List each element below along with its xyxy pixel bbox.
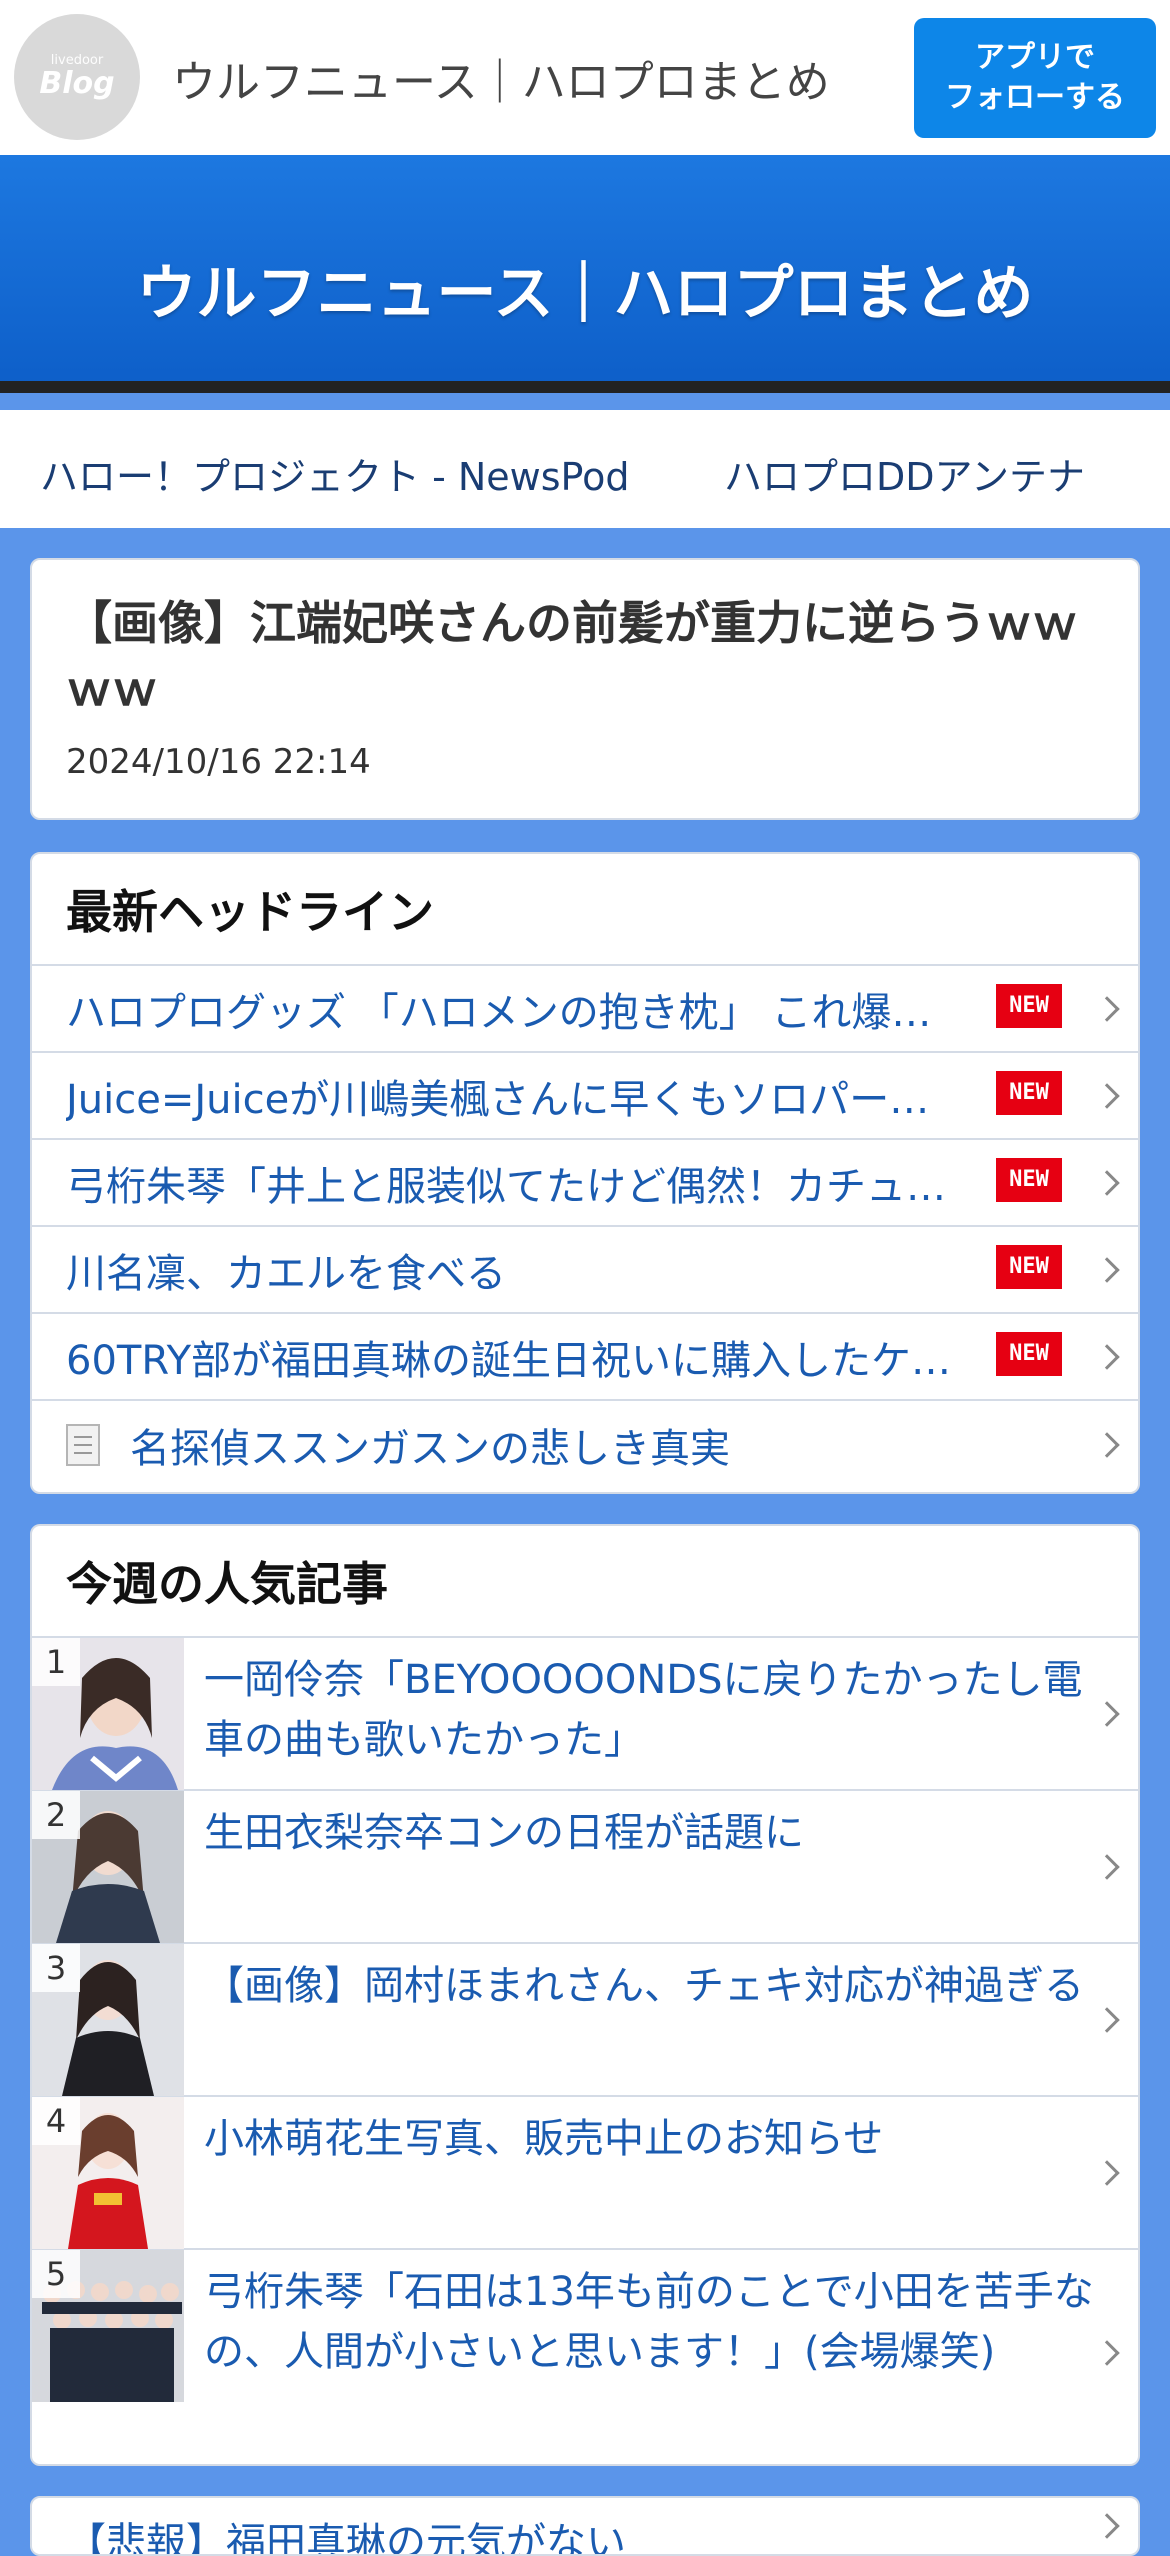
popular-item[interactable]: 4 小林萌花生写真、販売中止のお知らせ xyxy=(32,2097,1138,2250)
rank-number: 1 xyxy=(32,1638,80,1686)
popular-item[interactable]: 5 弓桁朱琴「石田は13年も前のことで小田を苦手なの、人間が小さいと思います！」… xyxy=(32,2250,1138,2456)
headline-title: 名探偵ススンガスンの悲しき真実 xyxy=(130,1425,730,1472)
headline-title: 60TRY部が福田真琳の誕生日祝いに購入したケ… xyxy=(66,1337,951,1384)
new-badge: NEW xyxy=(996,1071,1062,1115)
headline-item[interactable]: 60TRY部が福田真琳の誕生日祝いに購入したケ… NEW xyxy=(32,1314,1138,1401)
article-card: 【画像】江端妃咲さんの前髪が重力に逆らうｗｗｗｗ 2024/10/16 22:1… xyxy=(30,558,1140,820)
document-icon xyxy=(66,1423,100,1466)
rank-number: 4 xyxy=(32,2097,80,2145)
chevron-right-icon xyxy=(1094,1343,1120,1370)
logo-small-text: livedoor xyxy=(50,53,104,68)
headline-title: ハロプログッズ 「ハロメンの抱き枕」 これ爆… xyxy=(66,989,932,1036)
new-badge: NEW xyxy=(996,1332,1062,1376)
new-badge: NEW xyxy=(996,1245,1062,1289)
popular-heading: 今週の人気記事 xyxy=(32,1526,1138,1638)
chevron-right-icon xyxy=(1094,2513,1120,2539)
headline-item[interactable]: ハロプログッズ 「ハロメンの抱き枕」 これ爆… NEW xyxy=(32,966,1138,1053)
livedoor-blog-logo[interactable]: livedoor Blog xyxy=(14,14,140,140)
next-article-card[interactable]: 【悲報】福田真琳の元気がない xyxy=(30,2496,1140,2556)
article-thumbnail: 2 xyxy=(32,1791,184,1943)
headline-title: 川名凜、カエルを食べる xyxy=(66,1250,506,1297)
link-strip: ハロー！プロジェクト - NewsPod ハロプロDDアンテナ xyxy=(0,410,1170,528)
rank-number: 2 xyxy=(32,1791,80,1839)
popular-title: 一岡伶奈「BEYOOOOONDSに戻りたかったし電車の曲も歌いたかった」 xyxy=(204,1657,1083,1763)
chevron-right-icon xyxy=(1094,1169,1120,1196)
headline-item[interactable]: 川名凜、カエルを食べる NEW xyxy=(32,1227,1138,1314)
popular-item[interactable]: 3 【画像】岡村ほまれさん、チェキ対応が神過ぎる xyxy=(32,1944,1138,2097)
blog-name[interactable]: ウルフニュース｜ハロプロまとめ xyxy=(172,46,830,110)
chevron-right-icon xyxy=(1094,1256,1120,1283)
blog-banner[interactable]: ウルフニュース｜ハロプロまとめ xyxy=(0,155,1170,393)
popular-item[interactable]: 2 生田衣梨奈卒コンの日程が話題に xyxy=(32,1791,1138,1944)
app-top-bar: livedoor Blog ウルフニュース｜ハロプロまとめ アプリで フォローす… xyxy=(0,0,1170,155)
new-badge: NEW xyxy=(996,1158,1062,1202)
chevron-right-icon xyxy=(1094,1431,1120,1458)
rank-number: 3 xyxy=(32,1944,80,1992)
chevron-right-icon xyxy=(1094,1082,1120,1109)
headline-title: 弓桁朱琴「井上と服装似てたけど偶然！カチュ… xyxy=(66,1163,946,1210)
new-badge: NEW xyxy=(996,984,1062,1028)
popular-item[interactable]: 1 一岡伶奈「BEYOOOOONDSに戻りたかったし電車の曲も歌いたかった」 xyxy=(32,1638,1138,1791)
popular-title: 弓桁朱琴「石田は13年も前のことで小田を苦手なの、人間が小さいと思います！」(会… xyxy=(204,2269,1094,2375)
headline-item[interactable]: 弓桁朱琴「井上と服装似てたけど偶然！カチュ… NEW xyxy=(32,1140,1138,1227)
article-thumbnail: 4 xyxy=(32,2097,184,2249)
logo-big-text: Blog xyxy=(39,66,115,101)
rank-number: 5 xyxy=(32,2250,80,2298)
headline-item[interactable]: 名探偵ススンガスンの悲しき真実 xyxy=(32,1401,1138,1488)
article-date: 2024/10/16 22:14 xyxy=(66,742,371,782)
follow-button-line2: フォローする xyxy=(945,80,1125,115)
popular-title: 小林萌花生写真、販売中止のお知らせ xyxy=(204,2116,884,2162)
popular-title: 【画像】岡村ほまれさん、チェキ対応が神過ぎる xyxy=(204,1963,1084,2009)
popular-card: 今週の人気記事 1 一岡伶奈「BEYOOOOONDSに戻りたかったし電車の曲も歌… xyxy=(30,1524,1140,2466)
link-newspod[interactable]: ハロー！プロジェクト - NewsPod xyxy=(40,446,629,501)
follow-button-line1: アプリで xyxy=(975,40,1095,75)
headlines-card: 最新ヘッドライン ハロプログッズ 「ハロメンの抱き枕」 これ爆… NEW Jui… xyxy=(30,852,1140,1494)
article-thumbnail: 1 xyxy=(32,1638,184,1790)
headline-item[interactable]: Juice=Juiceが川嶋美楓さんに早くもソロパー… NEW xyxy=(32,1053,1138,1140)
follow-in-app-button[interactable]: アプリで フォローする xyxy=(914,18,1156,138)
link-dd-antenna[interactable]: ハロプロDDアンテナ xyxy=(724,446,1085,501)
next-article-title: 【悲報】福田真琳の元気がない xyxy=(66,2520,626,2556)
article-thumbnail: 3 xyxy=(32,1944,184,2096)
popular-title: 生田衣梨奈卒コンの日程が話題に xyxy=(204,1810,804,1856)
banner-title: ウルフニュース｜ハロプロまとめ xyxy=(136,259,1034,329)
article-title: 【画像】江端妃咲さんの前髪が重力に逆らうｗｗｗｗ xyxy=(66,596,1078,716)
headline-title: Juice=Juiceが川嶋美楓さんに早くもソロパー… xyxy=(66,1076,930,1123)
article-thumbnail: 5 xyxy=(32,2250,184,2402)
chevron-right-icon xyxy=(1094,995,1120,1022)
headlines-heading: 最新ヘッドライン xyxy=(32,854,1138,966)
